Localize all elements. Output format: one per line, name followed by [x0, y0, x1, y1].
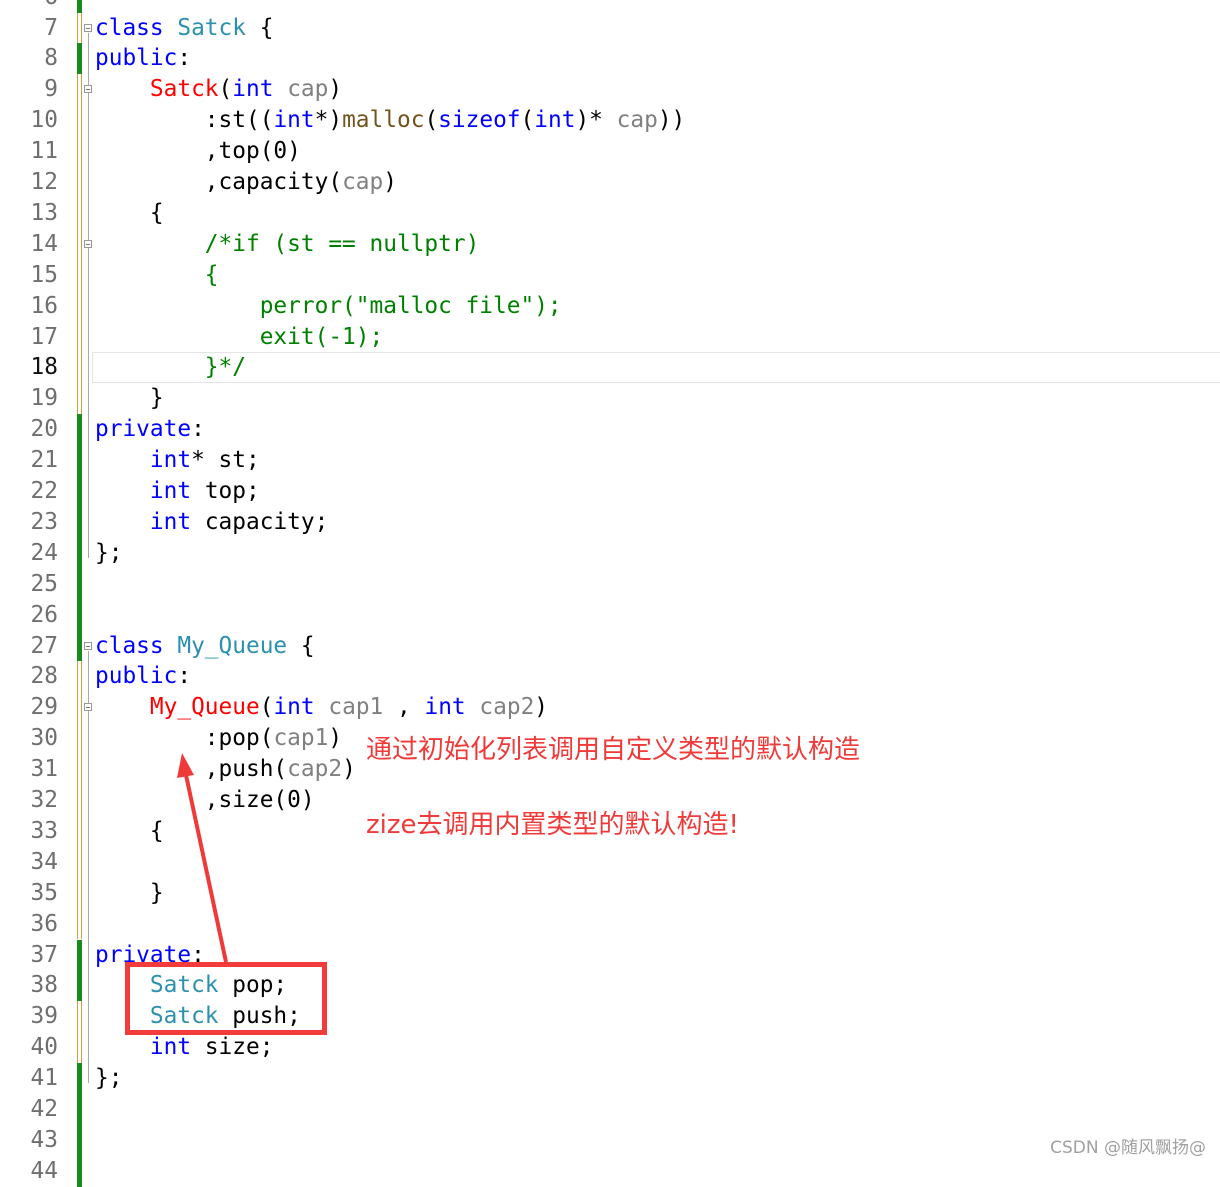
annotation-arrow: [177, 753, 228, 963]
watermark: CSDN @随风飘扬@: [1050, 1138, 1206, 1158]
